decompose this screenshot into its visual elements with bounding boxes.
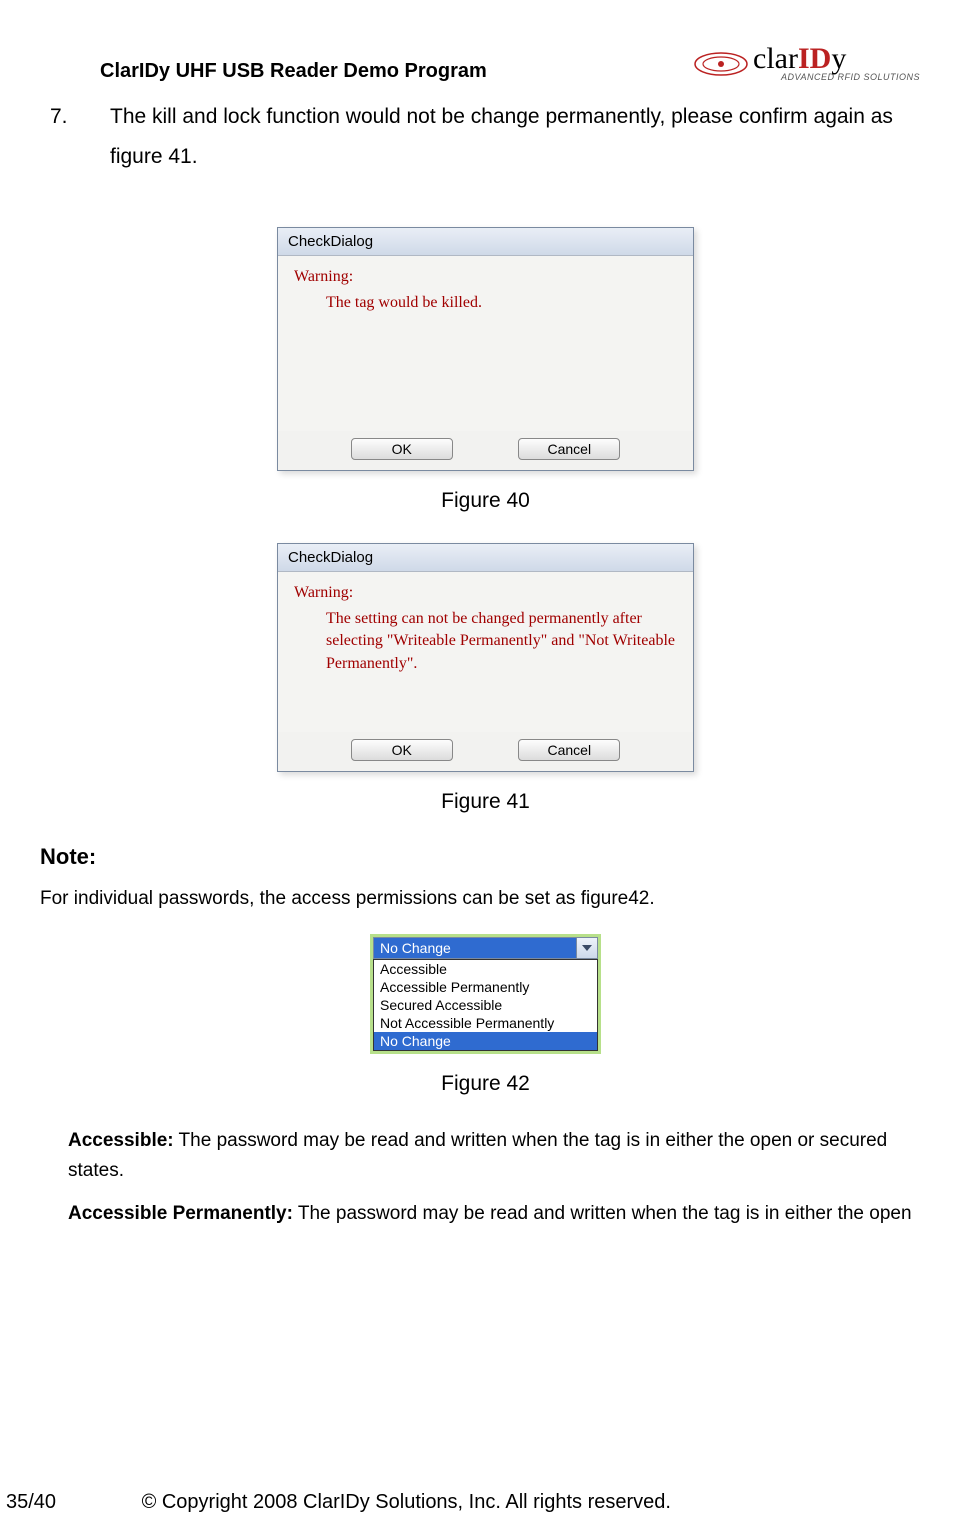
note-heading: Note: [40, 844, 931, 870]
figure-caption-42: Figure 42 [40, 1072, 931, 1096]
chevron-down-icon[interactable] [576, 937, 598, 959]
brand-logo: clarIDy ADVANCED RFID SOLUTIONS [691, 38, 931, 83]
doc-title: ClarIDy UHF USB Reader Demo Program [100, 60, 487, 83]
cancel-button[interactable]: Cancel [518, 739, 620, 761]
figure-caption-41: Figure 41 [40, 790, 931, 814]
dropdown-option[interactable]: Secured Accessible [374, 996, 597, 1014]
cancel-button[interactable]: Cancel [518, 438, 620, 460]
svg-text:ADVANCED RFID SOLUTIONS: ADVANCED RFID SOLUTIONS [780, 72, 920, 82]
definition-text: The password may be read and written whe… [68, 1130, 887, 1181]
dialog-title: CheckDialog [278, 544, 693, 572]
definition: Accessible: The password may be read and… [68, 1126, 931, 1187]
dialog-title: CheckDialog [278, 228, 693, 256]
dropdown-option[interactable]: Accessible Permanently [374, 978, 597, 996]
dropdown-selected[interactable]: No Change [373, 937, 576, 959]
warning-message: The tag would be killed. [326, 292, 679, 314]
dropdown-list[interactable]: AccessibleAccessible PermanentlySecured … [373, 959, 598, 1051]
svg-text:clarIDy: clarIDy [753, 42, 846, 75]
definition: Accessible Permanently: The password may… [68, 1199, 931, 1229]
warning-header: Warning: [294, 584, 679, 602]
check-dialog-2: CheckDialog Warning: The setting can not… [277, 543, 694, 772]
copyright: © Copyright 2008 ClarIDy Solutions, Inc.… [142, 1491, 671, 1514]
page-number: 35/40 [6, 1491, 136, 1514]
list-item-7: 7. The kill and lock function would not … [40, 97, 931, 177]
check-dialog-1: CheckDialog Warning: The tag would be ki… [277, 227, 694, 471]
list-text: The kill and lock function would not be … [110, 97, 931, 177]
ok-button[interactable]: OK [351, 739, 453, 761]
page-footer: 35/40 © Copyright 2008 ClarIDy Solutions… [0, 1491, 971, 1514]
definition-text: The password may be read and written whe… [293, 1203, 912, 1224]
figure-caption-40: Figure 40 [40, 489, 931, 513]
note-text: For individual passwords, the access per… [40, 888, 931, 910]
definition-term: Accessible Permanently: [68, 1203, 293, 1224]
dropdown-option[interactable]: Accessible [374, 960, 597, 978]
warning-header: Warning: [294, 268, 679, 286]
dropdown-option[interactable]: No Change [374, 1032, 597, 1050]
warning-message: The setting can not be changed permanent… [326, 608, 679, 675]
permissions-dropdown[interactable]: No Change AccessibleAccessible Permanent… [370, 934, 601, 1054]
dropdown-option[interactable]: Not Accessible Permanently [374, 1014, 597, 1032]
definition-term: Accessible: [68, 1130, 174, 1151]
ok-button[interactable]: OK [351, 438, 453, 460]
list-number: 7. [40, 97, 110, 177]
